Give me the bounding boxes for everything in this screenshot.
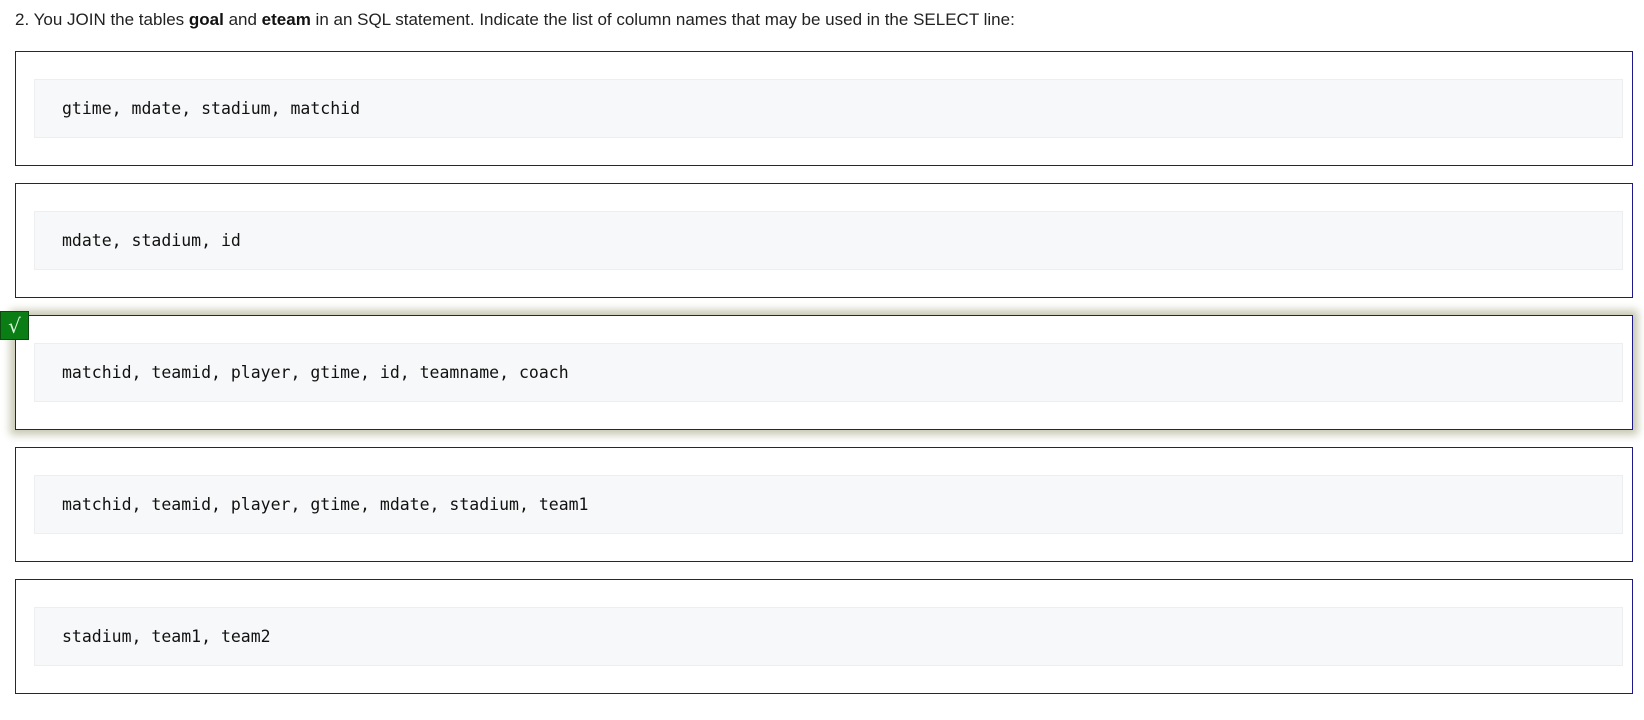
answer-option-3[interactable]: matchid, teamid, player, gtime, id, team…	[15, 315, 1633, 430]
check-icon: √	[0, 311, 29, 340]
table-name-eteam: eteam	[261, 10, 311, 29]
option-code: stadium, team1, team2	[34, 607, 1623, 666]
answer-option-4[interactable]: matchid, teamid, player, gtime, mdate, s…	[15, 447, 1633, 562]
option-code: gtime, mdate, stadium, matchid	[34, 79, 1623, 138]
question-suffix: in an SQL statement. Indicate the list o…	[310, 10, 1015, 29]
question-prefix: 2. You JOIN the tables	[15, 10, 189, 29]
question-middle: and	[223, 10, 262, 29]
answer-options: gtime, mdate, stadium, matchid mdate, st…	[15, 51, 1633, 711]
question-text: 2. You JOIN the tables goal and eteam in…	[15, 9, 1015, 31]
table-name-goal: goal	[188, 10, 224, 29]
answer-option-2[interactable]: mdate, stadium, id	[15, 183, 1633, 298]
answer-option-1[interactable]: gtime, mdate, stadium, matchid	[15, 51, 1633, 166]
option-code: matchid, teamid, player, gtime, mdate, s…	[34, 475, 1623, 534]
option-code: matchid, teamid, player, gtime, id, team…	[34, 343, 1623, 402]
answer-option-5[interactable]: stadium, team1, team2	[15, 579, 1633, 694]
option-code: mdate, stadium, id	[34, 211, 1623, 270]
